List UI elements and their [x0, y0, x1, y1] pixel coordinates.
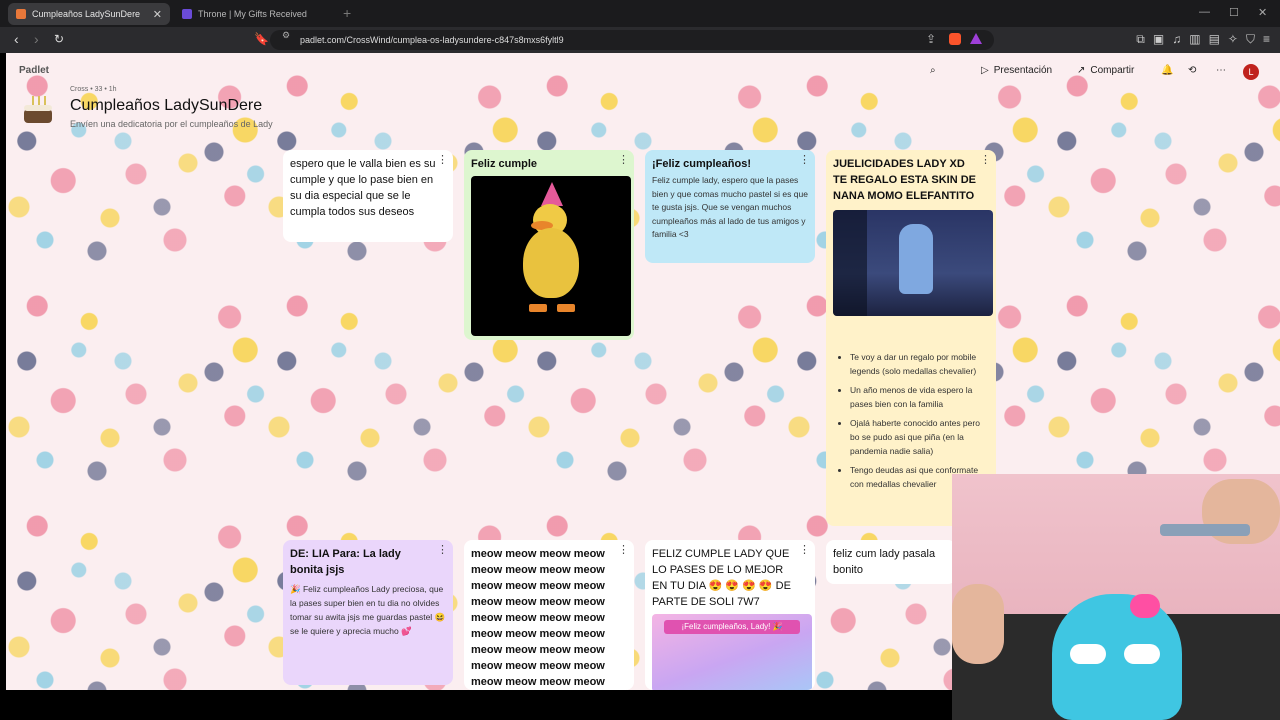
- remake-button[interactable]: ⟲: [1188, 65, 1196, 76]
- forward-icon[interactable]: ›: [34, 31, 39, 47]
- mobile-legends-skin-image[interactable]: [833, 210, 993, 316]
- bottom-black-bar: [0, 690, 952, 720]
- board-subtitle: Envíen una dedicatoria por el cumpleaños…: [70, 119, 273, 129]
- post-menu-icon[interactable]: ⋮: [799, 543, 810, 556]
- post-card[interactable]: ⋮ meow meow meow meow meow meow meow meo…: [464, 540, 634, 690]
- post-title: DE: LIA Para: La lady bonita jsjs: [290, 548, 401, 576]
- post-menu-icon[interactable]: ⋮: [437, 543, 448, 556]
- post-body: Feliz cumple lady, espero que la pases b…: [652, 175, 808, 239]
- post-title: JUELICIDADES LADY XD TE REGALO ESTA SKIN…: [833, 158, 977, 202]
- padlet-logo[interactable]: Padlet: [19, 65, 49, 76]
- list-item: Un año menos de vida espero la pases bie…: [850, 383, 989, 411]
- post-bullet-list: Te voy a dar un regalo por mobile legend…: [833, 350, 989, 491]
- leo-ai-icon[interactable]: ✧: [1228, 32, 1238, 47]
- post-title: ¡Feliz cumpleaños!: [652, 158, 752, 170]
- list-item: Te voy a dar un regalo por mobile legend…: [850, 350, 989, 378]
- sidebar-icon[interactable]: ▥: [1189, 32, 1200, 47]
- presentation-label: Presentación: [993, 65, 1053, 76]
- tab-cumpleanos[interactable]: Cumpleaños LadySunDere ✕: [8, 3, 170, 25]
- share-label: Compartir: [1090, 65, 1135, 76]
- extensions-icon[interactable]: ⧉: [1136, 32, 1145, 47]
- post-card[interactable]: ⋮ DE: LIA Para: La lady bonita jsjs 🎉 Fe…: [283, 540, 453, 685]
- browser-tab-bar: Cumpleaños LadySunDere ✕ Throne | My Gif…: [0, 0, 1280, 27]
- board-title: Cumpleaños LadySunDere: [70, 97, 263, 114]
- notifications-button[interactable]: 🔔: [1161, 65, 1173, 76]
- image-banner: ¡Feliz cumpleaños, Lady! 🎉: [664, 620, 800, 634]
- bell-icon: 🔔: [1161, 65, 1174, 76]
- screenshot-icon[interactable]: ▣: [1153, 32, 1164, 47]
- post-menu-icon[interactable]: ⋮: [618, 153, 629, 166]
- post-card[interactable]: ⋮ ¡Feliz cumpleaños! Feliz cumple lady, …: [645, 150, 815, 263]
- window-close-icon[interactable]: ✕: [1258, 6, 1267, 19]
- maximize-icon[interactable]: ☐: [1229, 6, 1239, 19]
- minimize-icon[interactable]: —: [1199, 6, 1210, 18]
- search-icon: ⌕: [930, 65, 936, 76]
- throne-favicon-icon: [182, 9, 192, 19]
- site-settings-icon[interactable]: ⚙: [282, 30, 290, 41]
- phone-image: [1160, 524, 1250, 536]
- reload-icon[interactable]: ↻: [54, 32, 64, 46]
- post-menu-icon[interactable]: ⋮: [437, 153, 448, 166]
- close-tab-icon[interactable]: ✕: [153, 8, 162, 21]
- post-card[interactable]: ⋮ FELIZ CUMPLE LADY QUE LO PASES DE LO M…: [645, 540, 815, 690]
- search-button[interactable]: ⌕: [930, 65, 936, 76]
- share-arrow-icon: ↗: [1077, 65, 1086, 76]
- media-icon[interactable]: ♫: [1172, 32, 1181, 47]
- back-icon[interactable]: ‹: [14, 31, 19, 47]
- remake-icon: ⟲: [1188, 65, 1197, 76]
- more-button[interactable]: ⋯: [1216, 65, 1226, 76]
- post-title: FELIZ CUMPLE LADY QUE LO PASES DE LO MEJ…: [652, 548, 791, 608]
- new-tab-button[interactable]: +: [343, 5, 351, 21]
- play-icon: ▷: [981, 65, 989, 76]
- avatar[interactable]: L: [1243, 64, 1259, 80]
- post-body: espero que le valla bien es su cumple y …: [290, 158, 436, 218]
- list-item: Ojalá haberte conocido antes pero bo se …: [850, 416, 989, 458]
- share-button[interactable]: ↗ Compartir: [1077, 65, 1134, 76]
- url-bar[interactable]: padlet.com/CrossWind/cumplea-os-ladysund…: [270, 30, 994, 50]
- toolbar-icons: ⧉ ▣ ♫ ▥ ▤ ✧ ⛉ ≡: [1136, 32, 1270, 47]
- cake-icon: [24, 93, 52, 123]
- board-meta: Cross • 33 • 1h: [70, 86, 117, 93]
- post-menu-icon[interactable]: ⋮: [980, 153, 991, 166]
- presentation-button[interactable]: ▷ Presentación: [981, 65, 1052, 76]
- post-body: 🎉 Feliz cumpleaños Lady preciosa, que la…: [290, 584, 446, 636]
- padlet-favicon-icon: [16, 9, 26, 19]
- post-menu-icon[interactable]: ⋮: [799, 153, 810, 166]
- vpn-icon[interactable]: ⛉: [1246, 32, 1255, 47]
- post-card[interactable]: ⋮ espero que le valla bien es su cumple …: [283, 150, 453, 242]
- more-icon: ⋯: [1216, 65, 1226, 76]
- share-page-icon[interactable]: ⇪: [926, 32, 936, 46]
- post-card[interactable]: ⋮ Feliz cumple: [464, 150, 634, 340]
- menu-icon[interactable]: ≡: [1263, 32, 1270, 47]
- brave-shields-icon[interactable]: [949, 33, 961, 45]
- address-toolbar: ‹ › ↻ 🔖 padlet.com/CrossWind/cumplea-os-…: [0, 27, 1280, 53]
- tab-label: Cumpleaños LadySunDere: [32, 9, 141, 19]
- duck-party-image[interactable]: [471, 176, 631, 336]
- brave-rewards-icon[interactable]: [970, 33, 982, 44]
- birthday-image[interactable]: ¡Feliz cumpleaños, Lady! 🎉: [652, 614, 812, 690]
- post-title: Feliz cumple: [471, 158, 538, 170]
- post-body: feliz cum lady pasala bonito: [833, 548, 936, 576]
- bookmark-icon[interactable]: 🔖: [254, 32, 269, 46]
- post-body: meow meow meow meow meow meow meow meow …: [471, 548, 605, 688]
- webcam-overlay: [952, 474, 1280, 720]
- tab-label: Throne | My Gifts Received: [198, 9, 307, 19]
- wallet-icon[interactable]: ▤: [1209, 32, 1220, 47]
- post-card[interactable]: ⋮ JUELICIDADES LADY XD TE REGALO ESTA SK…: [826, 150, 996, 526]
- post-menu-icon[interactable]: ⋮: [618, 543, 629, 556]
- tab-throne[interactable]: Throne | My Gifts Received: [174, 3, 338, 25]
- post-card[interactable]: feliz cum lady pasala bonito: [826, 540, 956, 584]
